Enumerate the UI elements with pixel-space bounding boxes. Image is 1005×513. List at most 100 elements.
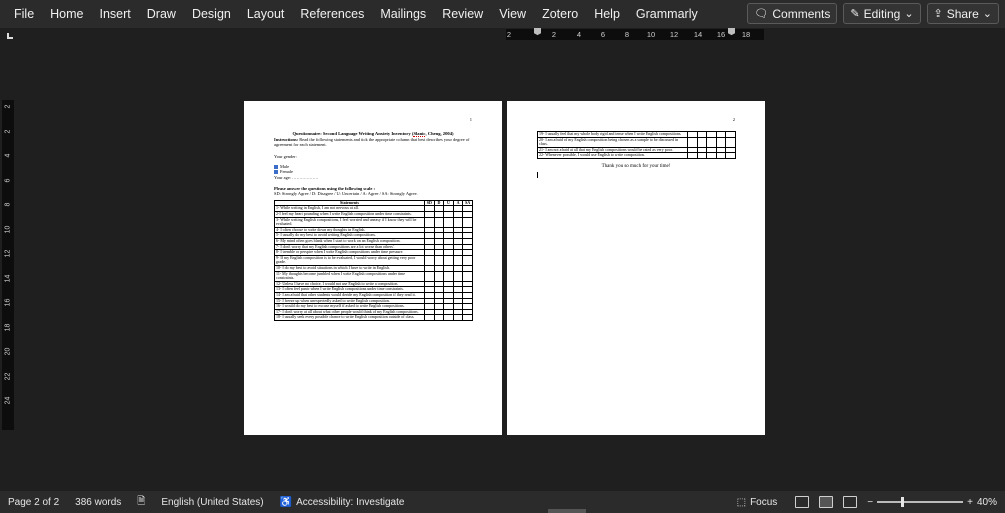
- ruler-mark: 18: [4, 323, 12, 331]
- ruler-mark: 8: [4, 202, 12, 207]
- table-row: 20- I am afraid of my English compositio…: [537, 136, 736, 148]
- answer-cell[interactable]: [696, 136, 708, 148]
- tab-mailings[interactable]: Mailings: [372, 0, 434, 28]
- answer-cell[interactable]: [696, 152, 708, 159]
- answer-cell[interactable]: [433, 314, 445, 321]
- ruler-mark: 12: [4, 249, 12, 258]
- language-indicator[interactable]: English (United States): [153, 497, 271, 508]
- accessibility-icon: ♿: [279, 496, 293, 508]
- first-line-indent-icon[interactable]: [534, 28, 541, 36]
- answer-cell[interactable]: [443, 254, 454, 266]
- answer-cell[interactable]: [687, 136, 698, 148]
- read-mode-button[interactable]: [795, 496, 810, 508]
- page-indicator[interactable]: Page 2 of 2: [0, 497, 67, 508]
- answer-cell[interactable]: [706, 136, 717, 148]
- tab-insert[interactable]: Insert: [92, 0, 139, 28]
- ruler-mark: 4: [4, 153, 12, 158]
- answer-cell[interactable]: [725, 152, 736, 159]
- tab-design[interactable]: Design: [184, 0, 239, 28]
- tab-view[interactable]: View: [491, 0, 534, 28]
- text-cursor: [537, 171, 538, 178]
- tab-zotero[interactable]: Zotero: [534, 0, 586, 28]
- answer-cell[interactable]: [462, 270, 473, 282]
- comments-button[interactable]: 🗨 Comments: [747, 3, 838, 24]
- document-page-2[interactable]: 2 19- I usually feel that my whole body …: [507, 101, 765, 435]
- answer-cell[interactable]: [424, 270, 435, 282]
- editing-mode-button[interactable]: ✎ Editing ⌄: [843, 3, 921, 24]
- tab-help[interactable]: Help: [586, 0, 628, 28]
- vertical-ruler[interactable]: 2 2 4 6 8 10 12 14 16 18 20 22 24: [2, 100, 14, 430]
- zoom-level[interactable]: 40%: [977, 497, 997, 508]
- share-button[interactable]: ⇪ Share ⌄: [926, 3, 999, 24]
- web-layout-button[interactable]: [843, 496, 858, 508]
- answer-cell[interactable]: [715, 152, 727, 159]
- right-indent-icon[interactable]: [728, 28, 735, 36]
- ruler-mark: 2: [4, 129, 12, 133]
- statement-cell: 3- While writing English compositions, I…: [274, 216, 425, 228]
- zoom-control: − + 40%: [867, 497, 997, 508]
- zoom-out-button[interactable]: −: [867, 497, 873, 508]
- ruler-mark: 8: [624, 30, 630, 39]
- proofing-icon[interactable]: 🗎: [129, 494, 153, 511]
- zoom-in-button[interactable]: +: [967, 497, 973, 508]
- ruler-mark: 16: [4, 298, 12, 307]
- chevron-down-icon: ⌄: [904, 8, 914, 20]
- zoom-slider[interactable]: [877, 497, 964, 507]
- checkbox-icon[interactable]: [274, 164, 278, 169]
- instructions: Instructions: Read the following stateme…: [274, 137, 470, 148]
- focus-button[interactable]: ⬚ Focus: [729, 497, 786, 508]
- status-bar: Page 2 of 2 386 words 🗎 English (United …: [0, 491, 1005, 513]
- tab-file[interactable]: File: [6, 0, 42, 28]
- tab-stop-selector-icon[interactable]: [5, 31, 14, 40]
- answer-cell[interactable]: [725, 136, 736, 148]
- ruler-mark: 12: [669, 30, 679, 39]
- thank-you-note: Thank you so much for your time!: [601, 163, 671, 169]
- answer-cell[interactable]: [715, 136, 727, 148]
- answer-cell[interactable]: [424, 216, 435, 228]
- answer-cell[interactable]: [443, 314, 454, 321]
- document-page-1[interactable]: 1 Questionnaire: Second Language Writing…: [244, 101, 502, 435]
- ruler-mark: 24: [4, 396, 12, 405]
- answer-cell[interactable]: [433, 270, 445, 282]
- answer-cell[interactable]: [443, 216, 454, 228]
- answer-cell[interactable]: [424, 314, 435, 321]
- answer-cell[interactable]: [433, 216, 445, 228]
- answer-cell[interactable]: [706, 152, 717, 159]
- table-row: 9- If my English composition is to be ev…: [274, 254, 473, 266]
- share-icon: ⇪: [933, 8, 943, 20]
- checkbox-icon[interactable]: [274, 169, 278, 174]
- answer-cell[interactable]: [462, 254, 473, 266]
- answer-cell[interactable]: [433, 254, 445, 266]
- ruler-mark: 14: [4, 274, 12, 282]
- page-number: 1: [469, 117, 472, 122]
- tab-home[interactable]: Home: [42, 0, 91, 28]
- answer-cell[interactable]: [687, 152, 698, 159]
- tab-references[interactable]: References: [292, 0, 372, 28]
- horizontal-scrollbar[interactable]: [548, 509, 586, 513]
- zoom-slider-thumb[interactable]: [901, 497, 905, 507]
- ruler-mark: 16: [716, 30, 726, 39]
- horizontal-ruler[interactable]: 2 2 4 6 8 10 12 14 16 18: [506, 28, 764, 40]
- tab-grammarly[interactable]: Grammarly: [628, 0, 706, 28]
- answer-cell[interactable]: [452, 270, 464, 282]
- word-count[interactable]: 386 words: [67, 497, 129, 508]
- ruler-mark: 6: [4, 178, 12, 182]
- share-label: Share: [946, 6, 979, 21]
- table-row: 3- While writing English compositions, I…: [274, 216, 473, 228]
- answer-cell[interactable]: [462, 216, 473, 228]
- print-layout-button[interactable]: [819, 496, 834, 508]
- answer-cell[interactable]: [452, 314, 464, 321]
- answer-cell[interactable]: [462, 314, 473, 321]
- tab-layout[interactable]: Layout: [239, 0, 293, 28]
- ruler-mark: 6: [600, 30, 606, 39]
- ruler-mark: 10: [646, 30, 656, 39]
- answer-cell[interactable]: [452, 254, 464, 266]
- accessibility-checker[interactable]: ♿ Accessibility: Investigate: [272, 497, 413, 508]
- answer-cell[interactable]: [443, 270, 454, 282]
- focus-icon: ⬚: [736, 496, 747, 508]
- age-field: Your age: ………………: [274, 174, 319, 180]
- tab-review[interactable]: Review: [434, 0, 491, 28]
- answer-cell[interactable]: [424, 254, 435, 266]
- tab-draw[interactable]: Draw: [139, 0, 184, 28]
- answer-cell[interactable]: [452, 216, 464, 228]
